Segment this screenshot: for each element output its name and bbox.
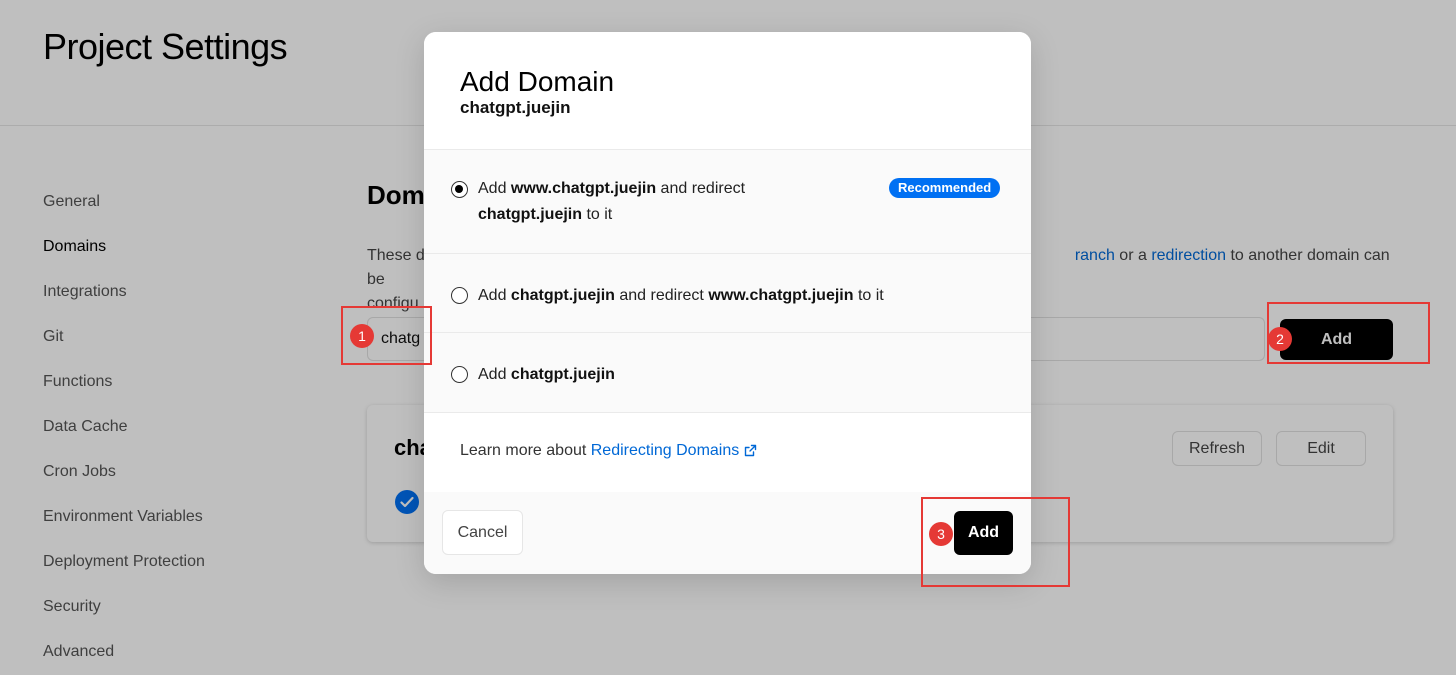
redirecting-domains-link[interactable]: Redirecting Domains: [591, 442, 758, 459]
learn-more-section: Learn more about Redirecting Domains: [424, 413, 1031, 493]
step-marker-3: 3: [929, 522, 953, 546]
add-domain-modal: Add Domain chatgpt.juejin Add www.chatgp…: [424, 32, 1031, 574]
recommended-badge: Recommended: [889, 178, 1001, 198]
option-text: Add chatgpt.juejin and redirect www.chat…: [478, 287, 884, 304]
radio-button-selected[interactable]: [451, 181, 468, 198]
radio-button[interactable]: [451, 366, 468, 383]
step-marker-2: 2: [1268, 327, 1292, 351]
modal-title: Add Domain: [460, 66, 615, 97]
external-link-icon: [744, 444, 757, 462]
redirect-option-apex[interactable]: Add chatgpt.juejin and redirect www.chat…: [424, 254, 1031, 333]
learn-more-text: Learn more about Redirecting Domains: [460, 442, 757, 462]
modal-subtitle: chatgpt.juejin: [460, 98, 571, 117]
redirect-option-www[interactable]: Add www.chatgpt.juejin and redirect chat…: [424, 150, 1031, 254]
step-marker-1: 1: [350, 324, 374, 348]
modal-header: Add Domain chatgpt.juejin: [424, 32, 1031, 150]
option-text: Add www.chatgpt.juejin and redirect chat…: [478, 180, 746, 223]
highlight-box-add-button: [1267, 302, 1430, 364]
add-only-option[interactable]: Add chatgpt.juejin: [424, 333, 1031, 413]
radio-button[interactable]: [451, 287, 468, 304]
cancel-button[interactable]: Cancel: [442, 510, 523, 555]
option-text: Add chatgpt.juejin: [478, 366, 615, 383]
